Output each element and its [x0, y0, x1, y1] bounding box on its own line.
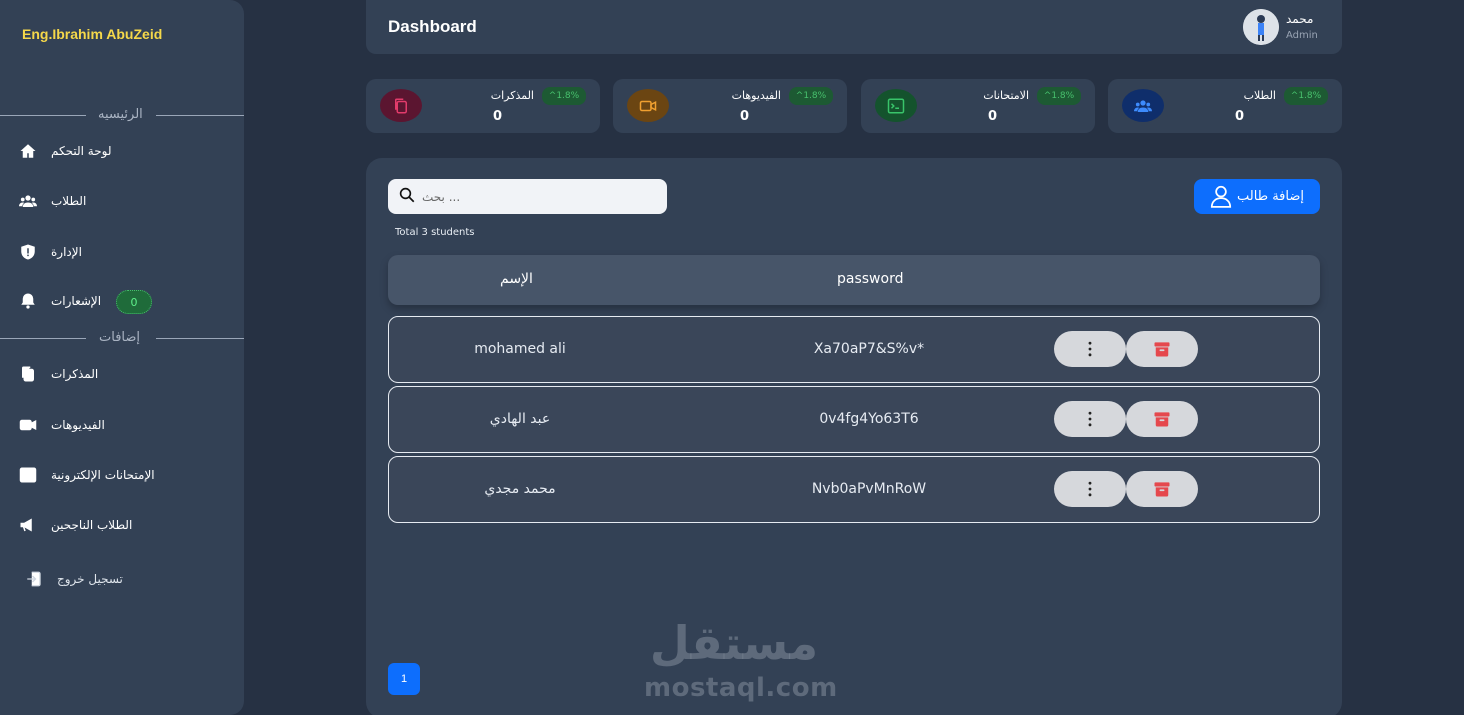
stat-change-badge: ^ 1.8%	[789, 87, 833, 105]
notification-count-badge: 0	[116, 290, 152, 314]
sidebar-item-videos[interactable]: الفيديوهات	[18, 413, 105, 437]
section-extra-label: إضافات	[0, 330, 244, 346]
sidebar-item-admin[interactable]: الإدارة	[18, 240, 82, 264]
sidebar-item-label: المذكرات	[51, 367, 99, 381]
search-icon	[398, 186, 416, 208]
top-header: Dashboard محمد Admin	[366, 0, 1342, 54]
avatar[interactable]	[1243, 9, 1279, 45]
total-count: Total 3 students	[395, 227, 475, 238]
search-box	[388, 179, 667, 214]
sidebar-item-label: الطلاب الناجحين	[51, 518, 133, 532]
users-icon	[18, 191, 38, 211]
table-row: عبد الهادي 0v4fg4Yo63T6	[388, 386, 1320, 453]
sidebar-item-label: الإمتحانات الإلكترونية	[51, 468, 155, 482]
more-options-button[interactable]	[1054, 331, 1126, 367]
stat-value: 0	[492, 109, 502, 124]
student-name: عبد الهادي	[489, 411, 551, 427]
video-icon	[18, 415, 38, 435]
stat-label: المذكرات	[490, 89, 534, 102]
section-main-label: الرئيسيه	[0, 107, 244, 123]
stat-value: 0	[987, 109, 997, 124]
table-header: الإسم password	[388, 255, 1320, 305]
search-input[interactable]	[422, 189, 652, 204]
more-options-button[interactable]	[1054, 471, 1126, 507]
stat-label: الفيديوهات	[731, 89, 781, 102]
pagination-page-1[interactable]: 1	[388, 663, 420, 695]
stat-card-videos: الفيديوهات 0 ^ 1.8%	[613, 79, 847, 133]
student-name: mohamed ali	[474, 341, 566, 357]
more-vertical-icon	[1088, 341, 1092, 357]
logout-icon	[24, 569, 44, 589]
sidebar-item-label: الفيديوهات	[51, 418, 105, 432]
watermark-url: mostaql.com	[644, 673, 838, 703]
user-name: محمد	[1286, 12, 1314, 26]
more-vertical-icon	[1088, 481, 1092, 497]
watermark-arabic: مستقل	[649, 616, 819, 670]
sidebar-item-notifications[interactable]: الإشعارات	[18, 289, 101, 313]
stat-change-badge: ^ 1.8%	[542, 87, 586, 105]
stat-card-notes: المذكرات 0 ^ 1.8%	[366, 79, 600, 133]
column-header-password: password	[837, 271, 904, 287]
table-row: محمد مجدي Nvb0aPvMnRoW	[388, 456, 1320, 523]
bell-icon	[18, 291, 38, 311]
delete-button[interactable]	[1126, 401, 1198, 437]
sidebar-item-exams[interactable]: الإمتحانات الإلكترونية	[18, 463, 155, 487]
stat-change-badge: ^ 1.8%	[1284, 87, 1328, 105]
student-password: Xa70aP7&S%v*	[813, 341, 925, 357]
student-name: محمد مجدي	[484, 481, 556, 497]
terminal-icon	[18, 465, 38, 485]
archive-icon	[1154, 412, 1170, 427]
sidebar-item-label: الطلاب	[51, 194, 87, 208]
sidebar-item-students[interactable]: الطلاب	[18, 189, 86, 213]
sidebar-item-notes[interactable]: المذكرات	[18, 362, 98, 386]
sidebar: Eng.Ibrahim AbuZeid الرئيسيه لوحة التحكم…	[0, 0, 244, 715]
brand-name: Eng.Ibrahim AbuZeid	[22, 26, 163, 42]
stat-label: الطلاب	[1243, 89, 1276, 102]
terminal-icon	[875, 89, 917, 122]
home-icon	[18, 141, 38, 161]
page-title: Dashboard	[388, 17, 477, 36]
shield-icon	[18, 242, 38, 262]
stat-value: 0	[1234, 109, 1244, 124]
stat-label: الامتحانات	[983, 89, 1029, 102]
archive-icon	[1154, 482, 1170, 497]
notes-icon	[380, 89, 422, 122]
more-options-button[interactable]	[1054, 401, 1126, 437]
sidebar-item-label: الإشعارات	[51, 294, 102, 308]
watermark: مستقل mostaql.com	[644, 613, 838, 703]
video-icon	[627, 89, 669, 122]
student-password: 0v4fg4Yo63T6	[819, 411, 919, 427]
sidebar-item-label: الإدارة	[51, 245, 82, 259]
sidebar-item-successful-students[interactable]: الطلاب الناجحين	[18, 513, 132, 537]
stat-change-badge: ^ 1.8%	[1037, 87, 1081, 105]
notes-icon	[18, 364, 38, 384]
stat-card-students: الطلاب 0 ^ 1.8%	[1108, 79, 1342, 133]
sidebar-item-label: تسجيل خروج	[57, 572, 123, 586]
delete-button[interactable]	[1126, 471, 1198, 507]
students-panel: Total 3 students إضافة طالب الإسم passwo…	[366, 158, 1342, 715]
add-student-button[interactable]: إضافة طالب	[1194, 179, 1320, 214]
user-role: Admin	[1286, 30, 1318, 41]
archive-icon	[1154, 342, 1170, 357]
stat-value: 0	[739, 109, 749, 124]
student-password: Nvb0aPvMnRoW	[811, 481, 927, 497]
user-add-icon	[1208, 183, 1234, 209]
add-student-label: إضافة طالب	[1237, 189, 1304, 204]
users-icon	[1122, 89, 1164, 122]
megaphone-icon	[18, 515, 38, 535]
logout-button[interactable]: تسجيل خروج	[24, 567, 123, 591]
sidebar-item-dashboard[interactable]: لوحة التحكم	[18, 139, 112, 163]
table-row: mohamed ali Xa70aP7&S%v*	[388, 316, 1320, 383]
sidebar-item-label: لوحة التحكم	[51, 144, 112, 158]
delete-button[interactable]	[1126, 331, 1198, 367]
column-header-name: الإسم	[500, 271, 533, 287]
more-vertical-icon	[1088, 411, 1092, 427]
stat-card-exams: الامتحانات 0 ^ 1.8%	[861, 79, 1095, 133]
